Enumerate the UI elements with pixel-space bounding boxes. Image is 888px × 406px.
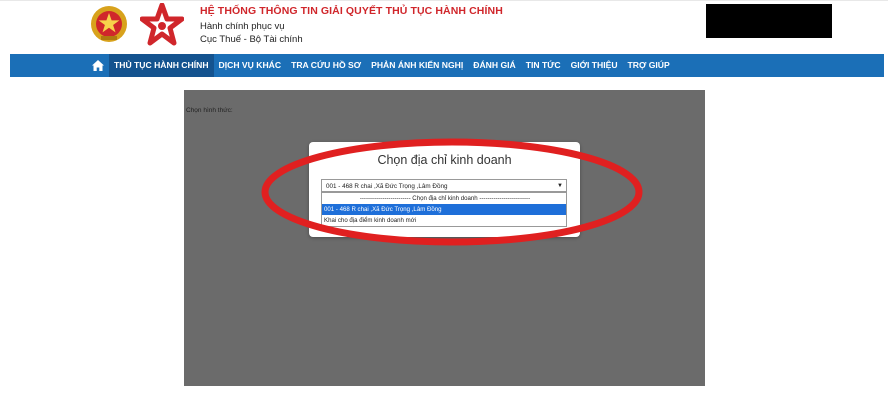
top-rule bbox=[0, 0, 888, 1]
nav-tra-cuu-ho-so[interactable]: TRA CỨU HỒ SƠ bbox=[286, 54, 366, 77]
modal-overlay: Chọn hình thức: Chọn địa chỉ kinh doanh … bbox=[184, 90, 705, 386]
dropdown-option-placeholder[interactable]: ------------------------- Chọn địa chỉ k… bbox=[322, 193, 566, 204]
nav-thu-tuc-hanh-chinh[interactable]: THỦ TỤC HÀNH CHÍNH bbox=[109, 54, 214, 77]
business-address-select[interactable]: 001 - 468 R chai ,Xã Đức Trọng ,Lâm Đồng… bbox=[321, 179, 567, 192]
main-nav: THỦ TỤC HÀNH CHÍNH DỊCH VỤ KHÁC TRA CỨU … bbox=[10, 54, 884, 77]
business-address-dialog: Chọn địa chỉ kinh doanh 001 - 468 R chai… bbox=[309, 142, 580, 237]
nav-danh-gia[interactable]: ĐÁNH GIÁ bbox=[468, 54, 521, 77]
nav-phan-anh-kien-nghi[interactable]: PHẢN ÁNH KIẾN NGHỊ bbox=[366, 54, 468, 77]
brand-slogan: Hành chính phục vụ bbox=[200, 21, 285, 32]
form-type-label: Chọn hình thức: bbox=[186, 107, 233, 114]
home-icon[interactable] bbox=[87, 54, 109, 77]
redacted-user-area bbox=[706, 4, 832, 38]
nav-tin-tuc[interactable]: TIN TỨC bbox=[521, 54, 566, 77]
brand-agency: Cục Thuế - Bộ Tài chính bbox=[200, 34, 303, 45]
brand-block: HỆ THỐNG THÔNG TIN GIẢI QUYẾT THỦ TỤC HÀ… bbox=[200, 5, 503, 45]
dropdown-option-existing-address[interactable]: 001 - 468 R chai ,Xã Đức Trọng ,Lâm Đồng bbox=[322, 204, 566, 215]
service-star-logo bbox=[140, 3, 184, 46]
system-title: HỆ THỐNG THÔNG TIN GIẢI QUYẾT THỦ TỤC HÀ… bbox=[200, 5, 503, 17]
address-dropdown-list: ------------------------- Chọn địa chỉ k… bbox=[321, 192, 567, 227]
nav-gioi-thieu[interactable]: GIỚI THIỆU bbox=[566, 54, 623, 77]
nav-dich-vu-khac[interactable]: DỊCH VỤ KHÁC bbox=[214, 54, 287, 77]
national-emblem-logo bbox=[91, 6, 127, 42]
select-value: 001 - 468 R chai ,Xã Đức Trọng ,Lâm Đồng bbox=[326, 183, 448, 190]
dialog-title: Chọn địa chỉ kinh doanh bbox=[377, 153, 512, 167]
dropdown-option-new-location[interactable]: Khai cho địa điểm kinh doanh mới bbox=[322, 215, 566, 226]
nav-tro-giup[interactable]: TRỢ GIÚP bbox=[623, 54, 675, 77]
